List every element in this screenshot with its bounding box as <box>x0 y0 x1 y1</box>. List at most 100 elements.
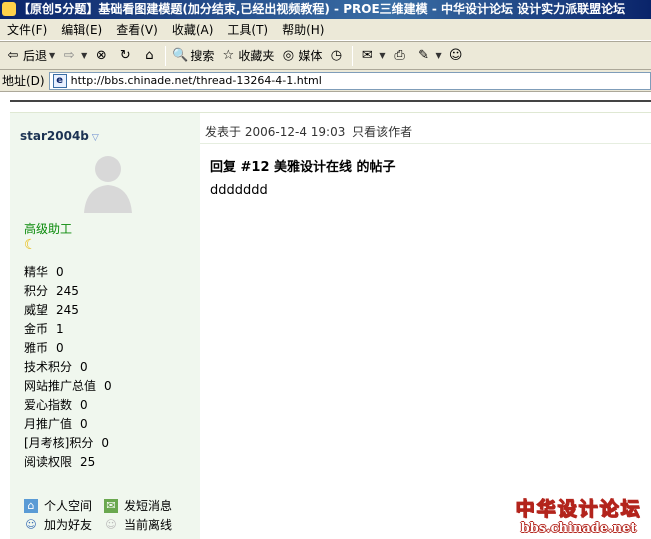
page-content: star2004b ▽ 高级助工 ☾ 精华 0 积分 245 威望 245 金币 1 雅币… <box>0 92 651 539</box>
media-icon: ◎ <box>282 47 295 63</box>
stop-icon: ⊗ <box>95 47 107 63</box>
stat-value: 245 <box>56 284 79 298</box>
messenger-button[interactable]: ☺ <box>445 44 469 68</box>
author-name[interactable]: star2004b ▽ <box>20 129 99 143</box>
address-url[interactable]: http://bbs.chinade.net/thread-13264-4-1.… <box>71 74 322 87</box>
author-sidebar: star2004b ▽ 高级助工 ☾ 精华 0 积分 245 威望 245 金币 1 雅币… <box>10 113 200 539</box>
stat-row: 月推广值 0 <box>24 415 112 434</box>
mail-dropdown-icon[interactable]: ▼ <box>379 51 385 60</box>
menu-edit[interactable]: 编辑(E) <box>54 20 109 40</box>
print-icon: ⎙ <box>394 47 405 63</box>
stat-label: 爱心指数 <box>24 398 73 412</box>
address-input[interactable]: e http://bbs.chinade.net/thread-13264-4-… <box>48 71 651 90</box>
search-label: 搜索 <box>190 49 215 63</box>
stat-row: 阅读权限 25 <box>24 453 112 472</box>
author-grade: 高级助工 <box>24 222 73 236</box>
send-message-label[interactable]: 发短消息 <box>124 497 172 514</box>
mail-button[interactable]: ✉ ▼ <box>356 44 388 68</box>
stat-label: 积分 <box>24 284 49 298</box>
forward-button[interactable]: ⇨ ▼ <box>58 44 90 68</box>
post-meta-prefix: 发表于 <box>205 125 242 139</box>
stat-value: 0 <box>56 265 64 279</box>
toolbar-separator <box>352 45 354 66</box>
address-label: 地址(D) <box>2 74 45 88</box>
back-arrow-icon: ⇦ <box>7 47 19 63</box>
personal-space-label[interactable]: 个人空间 <box>44 497 92 514</box>
stat-value: 0 <box>104 379 112 393</box>
back-dropdown-icon[interactable]: ▼ <box>49 51 55 60</box>
online-status: ☺ 当前离线 <box>104 515 184 534</box>
stat-label: 技术积分 <box>24 360 73 374</box>
stat-label: 阅读权限 <box>24 455 73 469</box>
stat-row: 精华 0 <box>24 263 112 282</box>
menu-help[interactable]: 帮助(H) <box>275 20 331 40</box>
post-title: 回复 #12 美雅设计在线 的帖子 <box>210 160 396 175</box>
stat-row: 威望 245 <box>24 301 112 320</box>
forward-dropdown-icon[interactable]: ▼ <box>81 51 87 60</box>
stat-value: 0 <box>80 360 88 374</box>
edit-dropdown-icon[interactable]: ▼ <box>436 51 442 60</box>
media-button[interactable]: ◎ 媒体 <box>277 44 325 68</box>
stat-value: 0 <box>101 436 110 450</box>
only-author-link[interactable]: 只看该作者 <box>352 125 412 139</box>
edit-button[interactable]: ✎ ▼ <box>413 44 445 68</box>
post-date: 2006-12-4 19:03 <box>244 125 346 139</box>
favorites-label: 收藏夹 <box>238 49 275 63</box>
page-icon: e <box>52 73 67 88</box>
home-icon: ⌂ <box>24 498 38 513</box>
watermark-url: bbs.chinade.net <box>520 521 637 536</box>
post-meta: 发表于 2006-12-4 19:03 只看该作者 <box>205 123 412 140</box>
print-button[interactable]: ⎙ <box>389 44 413 68</box>
media-label: 媒体 <box>298 49 323 63</box>
offline-user-icon: ☺ <box>105 517 117 531</box>
online-status-label: 当前离线 <box>124 518 173 532</box>
top-divider <box>10 100 651 102</box>
stat-row: 爱心指数 0 <box>24 396 112 415</box>
post-main: 发表于 2006-12-4 19:03 只看该作者 回复 #12 美雅设计在线 … <box>200 113 651 539</box>
favorites-button[interactable]: ☆ 收藏夹 <box>217 44 277 68</box>
edit-icon: ✎ <box>418 47 429 63</box>
back-button[interactable]: ⇦ 后退 ▼ <box>2 44 58 68</box>
home-button[interactable]: ⌂ <box>138 44 162 68</box>
forward-arrow-icon: ⇨ <box>63 47 75 63</box>
chevron-down-icon[interactable]: ▽ <box>92 133 99 143</box>
menu-tools[interactable]: 工具(T) <box>220 20 275 40</box>
search-icon: 🔍 <box>172 47 189 63</box>
moon-icon: ☾ <box>24 237 37 253</box>
home-icon: ⌂ <box>145 47 154 63</box>
mail-icon: ✉ <box>361 47 373 63</box>
author-stats: 精华 0 积分 245 威望 245 金币 1 雅币 0 技术积分 0 网站推广总值 0 爱心… <box>24 263 112 472</box>
favorites-icon: ☆ <box>222 47 235 63</box>
site-watermark: 中华设计论坛 bbs.chinade.net <box>506 494 651 539</box>
stat-value: 1 <box>56 322 64 336</box>
history-button[interactable]: ◷ <box>325 44 349 68</box>
stat-row: [月考核]积分 0 <box>24 434 112 453</box>
watermark-name: 中华设计论坛 <box>515 498 642 521</box>
window-title: 【原创5分题】基础看图建模题(加分结束,已经出视频教程) - PROE三维建模 … <box>18 2 626 16</box>
personal-space-link[interactable]: ⌂ 个人空间 <box>24 496 104 515</box>
menu-view[interactable]: 查看(V) <box>109 20 165 40</box>
stat-value: 25 <box>80 455 96 469</box>
search-button[interactable]: 🔍 搜索 <box>169 44 217 68</box>
stat-row: 金币 1 <box>24 320 112 339</box>
stat-row: 雅币 0 <box>24 339 112 358</box>
stat-row: 网站推广总值 0 <box>24 377 112 396</box>
refresh-button[interactable]: ↻ <box>114 44 138 68</box>
stat-label: 精华 <box>24 265 49 279</box>
refresh-icon: ↻ <box>119 47 131 63</box>
toolbar: ⇦ 后退 ▼ ⇨ ▼ ⊗ ↻ ⌂ 🔍 搜索 ☆ 收藏夹 ◎ 媒体 ◷ ✉ ▼ ⎙… <box>0 41 651 70</box>
stat-row: 技术积分 0 <box>24 358 112 377</box>
add-friend-link[interactable]: ☺ 加为好友 <box>24 515 104 534</box>
messenger-icon: ☺ <box>448 47 463 63</box>
author-name-text[interactable]: star2004b <box>20 129 89 143</box>
window-titlebar: 【原创5分题】基础看图建模题(加分结束,已经出视频教程) - PROE三维建模 … <box>0 0 651 19</box>
stat-label: 威望 <box>24 303 49 317</box>
stop-button[interactable]: ⊗ <box>90 44 114 68</box>
menu-favorites[interactable]: 收藏(A) <box>165 20 221 40</box>
send-message-link[interactable]: ✉ 发短消息 <box>104 496 184 515</box>
forum-post: star2004b ▽ 高级助工 ☾ 精华 0 积分 245 威望 245 金币 1 雅币… <box>10 112 651 539</box>
add-friend-label[interactable]: 加为好友 <box>44 516 92 533</box>
menu-file[interactable]: 文件(F) <box>0 20 54 40</box>
browser-icon <box>2 2 16 16</box>
author-actions: ⌂ 个人空间 ✉ 发短消息 ☺ 加为好友 ☺ 当前离线 <box>24 496 194 534</box>
